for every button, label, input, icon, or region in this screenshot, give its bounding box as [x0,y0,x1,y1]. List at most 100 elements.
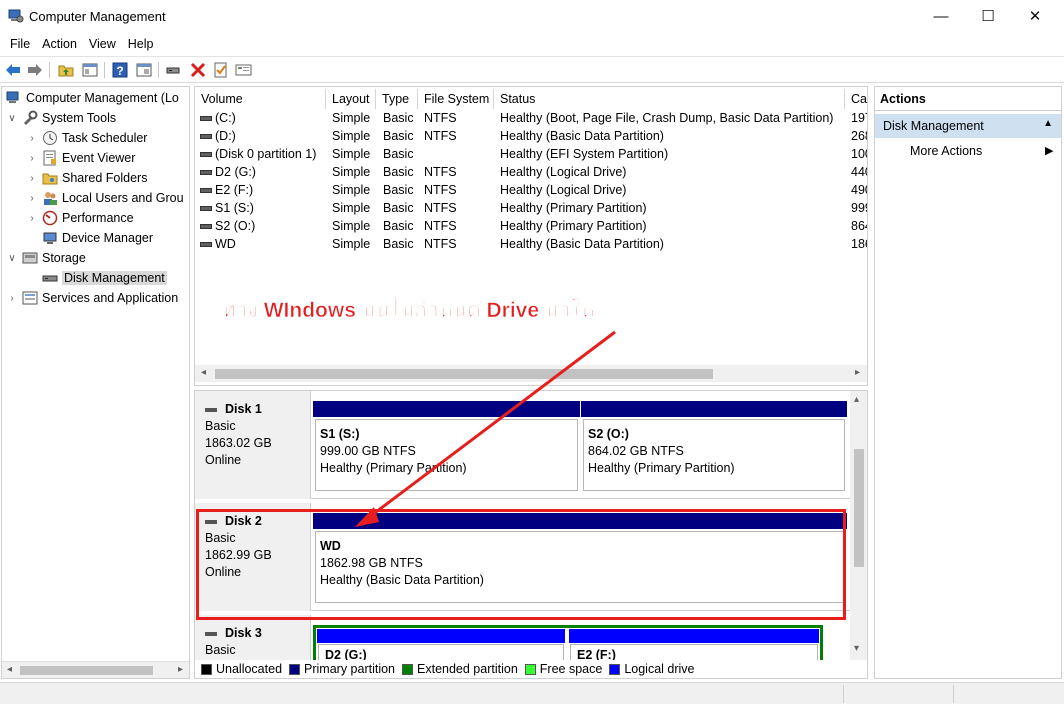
tree-item-computer-management[interactable]: Computer Management (Lo [6,88,179,108]
connect-drive-icon[interactable] [165,61,183,79]
drive-icon [200,188,212,193]
legend-unallocated: Unallocated [201,662,282,676]
table-row[interactable]: D2 (G:) Simple Basic NTFS Healthy (Logical D… [195,163,867,181]
chevron-down-icon[interactable]: ∨ [6,253,18,264]
table-row[interactable]: (D:) Simple Basic NTFS Healthy (Basic Data P… [195,127,867,145]
tree-item-storage[interactable]: ∨ Storage [6,248,85,268]
table-cell: S1 (S:) [215,201,254,215]
primary-partition-bar [313,401,580,417]
column-header-file-system[interactable]: File System [418,89,494,109]
storage-icon [22,250,38,266]
menu-action[interactable]: Action [36,37,83,51]
tree-item-shared-folders[interactable]: › Shared Folders [26,168,147,188]
chevron-right-icon[interactable]: › [26,173,38,184]
partition-status: Healthy (Primary Partition) [588,461,735,475]
collapse-up-icon[interactable]: ▲ [1043,118,1053,129]
column-header-status[interactable]: Status [494,89,845,109]
table-cell: Basic [383,201,414,215]
table-cell: Healthy (Basic Data Partition) [500,237,664,251]
help-icon[interactable]: ? [111,61,129,79]
table-cell: Simple [332,183,371,197]
column-header-capacity[interactable]: Cap [845,89,867,109]
tree-item-device-manager[interactable]: Device Manager [26,228,153,248]
disk-1-row: Disk 1 Basic 1863.02 GB Online S1 (S:) 9… [195,391,851,499]
table-cell: Healthy (Basic Data Partition) [500,129,664,143]
column-header-type[interactable]: Type [376,89,418,109]
table-cell: (Disk 0 partition 1) [215,147,317,161]
actions-section-disk-management[interactable]: Disk Management ▲ [875,114,1061,138]
partition-s2[interactable]: S2 (O:) 864.02 GB NTFS Healthy (Primary … [581,401,847,499]
menu-view[interactable]: View [83,37,122,51]
partition-s1[interactable]: S1 (S:) 999.00 GB NTFS Healthy (Primary … [313,401,580,499]
chevron-right-icon[interactable]: › [6,293,18,304]
disk-icon [42,270,58,286]
up-folder-icon[interactable] [57,61,75,79]
disk-state: Online [205,453,242,467]
tree-item-event-viewer[interactable]: › Event Viewer [26,148,135,168]
svg-text:?: ? [116,64,123,78]
table-row[interactable]: S1 (S:) Simple Basic NTFS Healthy (Primary P… [195,199,867,217]
scroll-right-icon[interactable]: ▸ [855,367,860,378]
chevron-right-icon[interactable]: › [26,153,38,164]
menu-help[interactable]: Help [122,37,160,51]
drive-icon [200,170,212,175]
show-hide-tree-icon[interactable] [81,61,99,79]
maximize-button[interactable]: ☐ [965,0,1011,32]
scroll-right-icon[interactable]: ▸ [178,664,183,675]
chevron-right-icon[interactable]: › [26,193,38,204]
scroll-up-icon[interactable]: ▴ [854,394,859,405]
computer-management-icon [8,8,24,24]
properties-icon[interactable] [235,61,253,79]
volume-list-horizontal-scrollbar[interactable]: ◂ ▸ [195,365,867,382]
column-header-layout[interactable]: Layout [326,89,376,109]
more-actions-item[interactable]: More Actions [910,144,982,158]
column-header-volume[interactable]: Volume [195,89,326,109]
tree-item-disk-management[interactable]: Disk Management [26,268,167,288]
partition-size: 864.02 GB NTFS [588,444,684,458]
tree-item-performance[interactable]: › Performance [26,208,134,228]
check-properties-icon[interactable] [212,61,230,79]
disk-1-info[interactable]: Disk 1 Basic 1863.02 GB Online [195,391,311,499]
tree-item-local-users[interactable]: › Local Users and Grou [26,188,184,208]
scroll-left-icon[interactable]: ◂ [201,367,206,378]
table-cell: Simple [332,201,371,215]
chevron-right-icon[interactable]: › [26,213,38,224]
scroll-left-icon[interactable]: ◂ [7,664,12,675]
table-cell: Basic [383,147,414,161]
clock-icon [42,130,58,146]
table-row[interactable]: WD Simple Basic NTFS Healthy (Basic Data Par… [195,235,867,253]
delete-icon[interactable] [189,61,207,79]
legend-free-space: Free space [524,662,602,676]
tree-label: Disk Management [62,271,167,285]
back-arrow-icon[interactable] [4,61,22,79]
table-row[interactable]: S2 (O:) Simple Basic NTFS Healthy (Primary P… [195,217,867,235]
table-row[interactable]: (C:) Simple Basic NTFS Healthy (Boot, Page F… [195,109,867,127]
table-cell: 268 [851,129,867,143]
tree-item-services[interactable]: › Services and Application [6,288,178,308]
tree-item-system-tools[interactable]: ∨ System Tools [6,108,116,128]
minimize-button[interactable]: — [918,0,964,32]
tree-horizontal-scrollbar[interactable]: ◂ ▸ [2,661,189,678]
close-button[interactable]: ✕ [1012,0,1058,32]
chevron-down-icon[interactable]: ∨ [6,113,18,124]
scroll-down-icon[interactable]: ▾ [854,643,859,654]
disk-name: Disk 3 [225,626,262,640]
table-cell: E2 (F:) [215,183,254,197]
table-row[interactable]: (Disk 0 partition 1) Simple Basic Healthy (… [195,145,867,163]
toolbar: ? [0,56,1064,83]
table-row[interactable]: E2 (F:) Simple Basic NTFS Healthy (Logical D… [195,181,867,199]
chevron-right-icon[interactable]: › [26,133,38,144]
disk-view-vertical-scrollbar[interactable]: ▴ ▾ [850,391,867,678]
disk-type: Basic [205,643,236,657]
legend-extended: Extended partition [402,662,518,676]
shared-folder-icon [42,170,58,186]
table-cell: Basic [383,183,414,197]
forward-arrow-icon[interactable] [26,61,44,79]
table-cell: Healthy (Logical Drive) [500,183,627,197]
table-cell: WD [215,237,236,251]
table-cell: (D:) [215,129,236,143]
primary-partition-bar [581,401,847,417]
console-view-icon[interactable] [135,61,153,79]
menu-file[interactable]: File [4,37,36,51]
tree-item-task-scheduler[interactable]: › Task Scheduler [26,128,147,148]
